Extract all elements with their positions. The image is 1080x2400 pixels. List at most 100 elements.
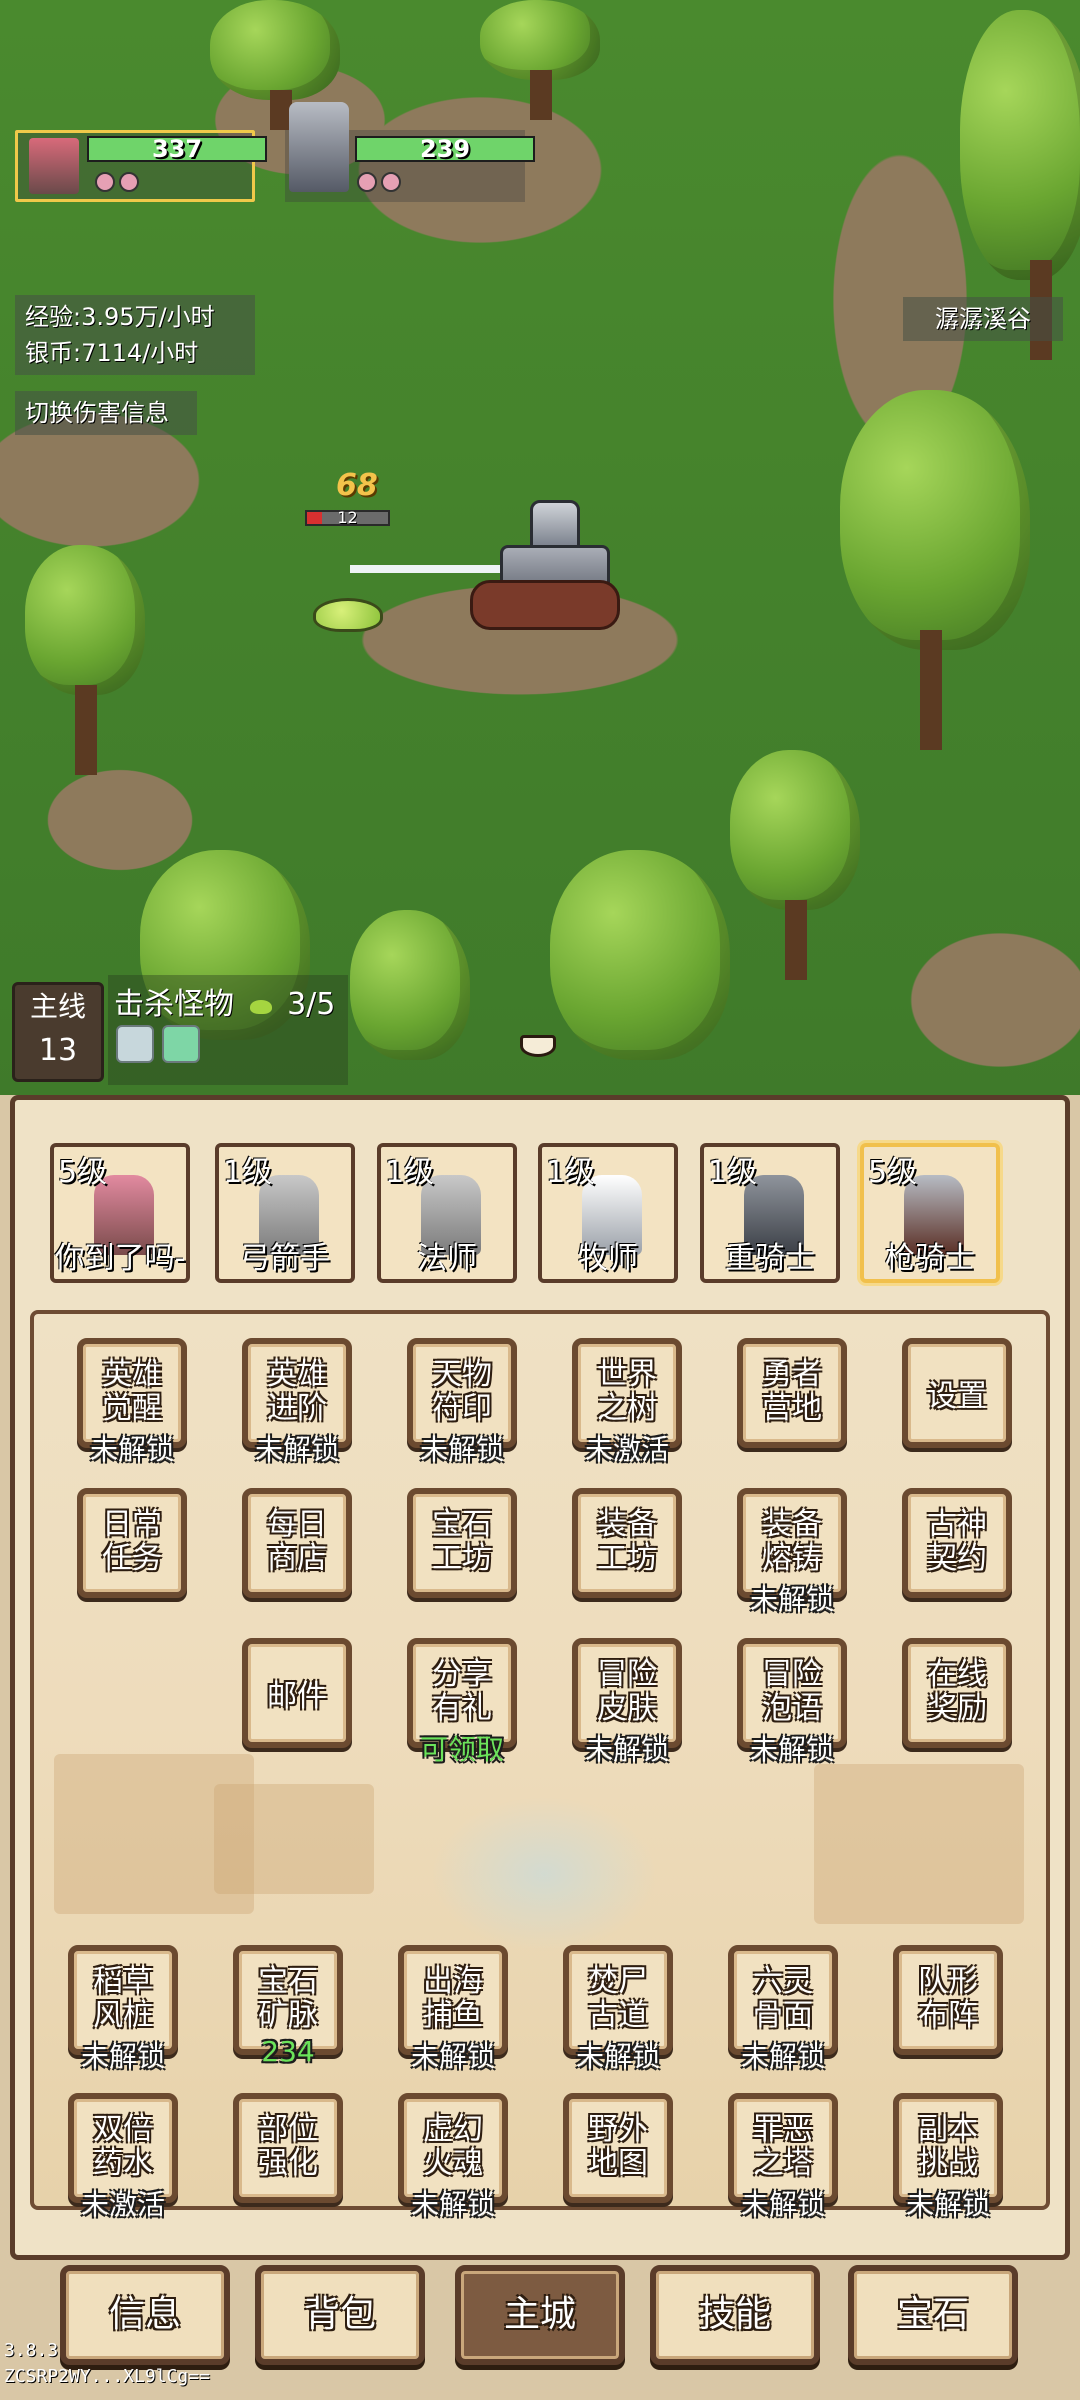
menu-button-label: 六灵 骨面 xyxy=(753,1964,813,2033)
menu-button-row2-2[interactable]: 每日 商店 xyxy=(242,1488,352,1598)
menu-button-row5-4[interactable]: 野外 地图 xyxy=(563,2093,673,2203)
hero-roster: 5级 你到了吗- 1级 弓箭手 1级 法师 1级 牧师 1级 重骑士 5级 枪骑… xyxy=(50,1143,1030,1283)
menu-button-row2-3[interactable]: 宝石 工坊 xyxy=(407,1488,517,1598)
hero-level: 1级 xyxy=(708,1155,758,1190)
menu-button-label: 宝石 矿脉 xyxy=(258,1964,318,2033)
menu-button-row3-3[interactable]: 冒险 皮肤 未解锁 xyxy=(572,1638,682,1766)
slime-enemy[interactable] xyxy=(313,598,383,632)
market-stall xyxy=(814,1764,1024,1924)
enemy-hp-value: 12 xyxy=(337,508,358,527)
menu-button-label: 部位 强化 xyxy=(258,2112,318,2181)
nav-info[interactable]: 信息 xyxy=(60,2265,230,2365)
lance-knight-player xyxy=(460,500,630,640)
menu-button-status: 未解锁 xyxy=(749,1733,834,1766)
menu-button-status: 未解锁 xyxy=(740,2040,825,2073)
menu-button-status: 未解锁 xyxy=(410,2040,495,2073)
menu-button-row4-1[interactable]: 稻草 风桩 未解锁 xyxy=(68,1945,178,2073)
tree xyxy=(25,545,145,775)
menu-button-row3-4[interactable]: 冒险 泡语 未解锁 xyxy=(737,1638,847,1766)
menu-button-label: 装备 工坊 xyxy=(597,1507,657,1576)
menu-button-label: 出海 捕鱼 xyxy=(423,1964,483,2033)
menu-button-row5-3[interactable]: 虚幻 火魂 未解锁 xyxy=(398,2093,508,2221)
party-member-2[interactable]: 239 xyxy=(285,102,535,202)
menu-button-label: 焚尸 古道 xyxy=(588,1964,648,2033)
menu-button-row5-6[interactable]: 副本 挑战 未解锁 xyxy=(893,2093,1003,2221)
menu-button-label: 在线 奖励 xyxy=(927,1657,987,1726)
quest-progress: 3/5 xyxy=(287,987,336,1022)
menu-button-row4-2[interactable]: 宝石 矿脉 234 xyxy=(233,1945,343,2068)
hero-slot-6[interactable]: 5级 枪骑士 xyxy=(860,1143,1000,1283)
nav-skills[interactable]: 技能 xyxy=(650,2265,820,2365)
menu-button-row3-2[interactable]: 分享 有礼 可领取 xyxy=(407,1638,517,1766)
menu-button-label: 勇者 营地 xyxy=(762,1357,822,1426)
menu-button-label: 冒险 皮肤 xyxy=(597,1657,657,1726)
nav-main-city[interactable]: 主城 xyxy=(455,2265,625,2365)
tree xyxy=(840,390,1040,750)
menu-button-row4-5[interactable]: 六灵 骨面 未解锁 xyxy=(728,1945,838,2073)
menu-button-label: 稻草 风桩 xyxy=(93,1964,153,2033)
enemy-hp-bar: 12 xyxy=(305,508,390,527)
hp-bar: 239 xyxy=(355,135,535,163)
nav-gems[interactable]: 宝石 xyxy=(848,2265,1018,2365)
collapse-arrow-icon[interactable] xyxy=(520,1035,556,1057)
game-map[interactable]: 337 239 经验:3.95万/小时 银币:7114/小时 切换伤害信息 潺潺… xyxy=(0,0,1080,1110)
damage-number: 68 xyxy=(336,468,378,503)
main-quest-badge[interactable]: 主线 13 xyxy=(12,982,104,1082)
location-name: 潺潺溪谷 xyxy=(903,297,1063,341)
hero-name: 重骑士 xyxy=(725,1241,815,1276)
hero-slot-2[interactable]: 1级 弓箭手 xyxy=(215,1143,355,1283)
menu-button-row1-3[interactable]: 天物 符印 未解锁 xyxy=(407,1338,517,1466)
hero-slot-1[interactable]: 5级 你到了吗- xyxy=(50,1143,190,1283)
menu-button-row1-5[interactable]: 勇者 营地 xyxy=(737,1338,847,1448)
menu-button-row2-1[interactable]: 日常 任务 xyxy=(77,1488,187,1598)
menu-button-label: 队形 布阵 xyxy=(918,1964,978,2033)
quest-title: 击杀怪物 xyxy=(114,987,234,1022)
hero-name: 你到了吗- xyxy=(54,1241,186,1276)
build-id: ZCSRP2WY...XL9lCg== xyxy=(4,2366,210,2387)
menu-button-row1-4[interactable]: 世界 之树 未激活 xyxy=(572,1338,682,1466)
menu-button-status: 未解锁 xyxy=(749,1583,834,1616)
nav-backpack[interactable]: 背包 xyxy=(255,2265,425,2365)
menu-button-label: 每日 商店 xyxy=(267,1507,327,1576)
hero-slot-4[interactable]: 1级 牧师 xyxy=(538,1143,678,1283)
menu-button-status: 未解锁 xyxy=(410,2188,495,2221)
menu-button-label: 宝石 工坊 xyxy=(432,1507,492,1576)
main-quest-label: 主线 xyxy=(29,990,86,1023)
hp-bar: 337 xyxy=(87,135,267,163)
menu-button-status: 234 xyxy=(261,2035,315,2068)
menu-button-status: 未解锁 xyxy=(254,1433,339,1466)
menu-button-row5-2[interactable]: 部位 强化 xyxy=(233,2093,343,2203)
menu-button-row4-3[interactable]: 出海 捕鱼 未解锁 xyxy=(398,1945,508,2073)
quest-panel[interactable]: 击杀怪物 3/5 xyxy=(108,975,348,1085)
hp-value: 239 xyxy=(419,135,471,163)
menu-button-label: 分享 有礼 xyxy=(432,1657,492,1726)
hero-slot-3[interactable]: 1级 法师 xyxy=(377,1143,517,1283)
menu-button-row1-1[interactable]: 英雄 觉醒 未解锁 xyxy=(77,1338,187,1466)
hero-name: 牧师 xyxy=(578,1241,638,1276)
hero-level: 1级 xyxy=(223,1155,273,1190)
menu-button-row2-6[interactable]: 古神 契约 xyxy=(902,1488,1012,1598)
menu-button-label: 设置 xyxy=(927,1379,987,1414)
menu-button-row5-5[interactable]: 罪恶 之塔 未解锁 xyxy=(728,2093,838,2221)
menu-button-row3-1[interactable]: 邮件 xyxy=(242,1638,352,1748)
tree xyxy=(550,850,730,1080)
hero-level: 5级 xyxy=(868,1155,918,1190)
menu-button-row1-6[interactable]: 设置 xyxy=(902,1338,1012,1448)
exp-rate: 经验:3.95万/小时 xyxy=(25,303,215,331)
menu-button-label: 英雄 觉醒 xyxy=(102,1357,162,1426)
menu-button-label: 英雄 进阶 xyxy=(267,1357,327,1426)
party-member-1[interactable]: 337 xyxy=(15,130,267,202)
menu-button-label: 罪恶 之塔 xyxy=(753,2112,813,2181)
toggle-damage-info-button[interactable]: 切换伤害信息 xyxy=(15,391,197,435)
menu-button-row4-4[interactable]: 焚尸 古道 未解锁 xyxy=(563,1945,673,2073)
menu-button-row2-5[interactable]: 装备 熔铸 未解锁 xyxy=(737,1488,847,1616)
menu-button-row5-1[interactable]: 双倍 药水 未激活 xyxy=(68,2093,178,2221)
hp-value: 337 xyxy=(151,135,203,163)
income-stats: 经验:3.95万/小时 银币:7114/小时 xyxy=(15,295,255,375)
hero-slot-5[interactable]: 1级 重骑士 xyxy=(700,1143,840,1283)
menu-button-row2-4[interactable]: 装备 工坊 xyxy=(572,1488,682,1598)
menu-button-row1-2[interactable]: 英雄 进阶 未解锁 xyxy=(242,1338,352,1466)
menu-button-row3-5[interactable]: 在线 奖励 xyxy=(902,1638,1012,1748)
menu-button-row4-6[interactable]: 队形 布阵 xyxy=(893,1945,1003,2055)
menu-button-label: 天物 符印 xyxy=(432,1357,492,1426)
